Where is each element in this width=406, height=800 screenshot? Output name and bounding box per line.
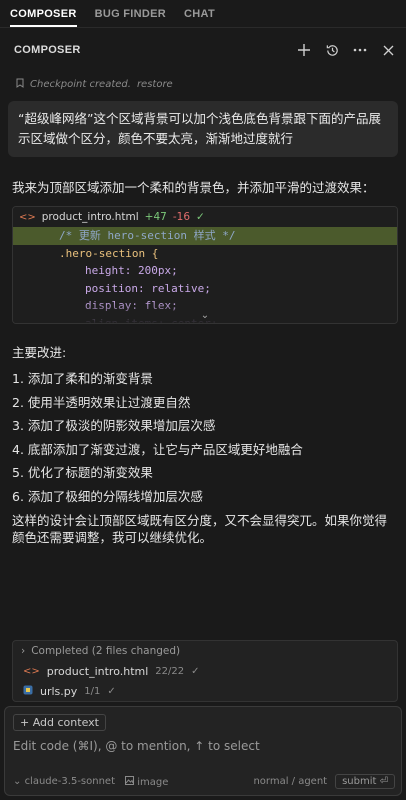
completed-card: › Completed (2 files changed) <> product… [12, 640, 398, 702]
code-line: height: 200px; [13, 262, 397, 280]
code-line-text: position: relative; [85, 281, 211, 295]
list-item: 5. 优化了标题的渐变效果 [12, 465, 153, 480]
changed-file-meta: 1/1 [84, 685, 101, 697]
changed-file-row[interactable]: <> product_intro.html 22/22 ✓ [13, 661, 397, 681]
model-name: claude-3.5-sonnet [24, 776, 116, 787]
composer-header: COMPOSER [0, 32, 406, 68]
tab-bug-finder[interactable]: BUG FINDER [95, 8, 166, 27]
chevron-right-icon: › [21, 645, 26, 657]
check-icon: ✓ [191, 665, 200, 677]
code-line: /* 更新 hero-section 样式 */ [13, 227, 397, 245]
improvements-list: 1. 添加了柔和的渐变背景 2. 使用半透明效果让过渡更自然 3. 添加了极淡的… [12, 367, 406, 508]
code-line-text: .hero-section { [59, 246, 159, 260]
list-item: 4. 底部添加了渐变过渡，让它与产品区域更好地融合 [12, 441, 303, 457]
check-icon: ✓ [196, 211, 205, 223]
check-icon: ✓ [107, 685, 116, 697]
composer-input-box[interactable]: + Add context Edit code (⌘I), @ to menti… [4, 706, 402, 796]
image-icon [125, 775, 137, 788]
code-diff-block[interactable]: <> product_intro.html +47 -16 ✓ /* 更新 he… [12, 206, 398, 324]
user-message[interactable]: “超级峰网络”这个区域背景可以加个浅色底色背景跟下面的产品展示区域做个区分，颜色… [8, 101, 398, 157]
code-filename[interactable]: product_intro.html [42, 211, 139, 223]
completed-header[interactable]: › Completed (2 files changed) [13, 641, 397, 661]
input-footer: ⌄ claude-3.5-sonnet image normal / agent… [13, 774, 395, 789]
deletions-count: -16 [172, 211, 190, 223]
tab-composer[interactable]: COMPOSER [10, 8, 77, 27]
close-icon[interactable] [380, 42, 396, 58]
python-file-icon [23, 685, 33, 698]
changed-file-name: urls.py [40, 684, 78, 698]
list-item: 2. 使用半透明效果让过渡更自然 [12, 394, 191, 410]
changed-file-row[interactable]: urls.py 1/1 ✓ [13, 681, 397, 701]
mode-selector[interactable]: normal / agent [253, 776, 327, 787]
composer-title: COMPOSER [14, 44, 81, 56]
top-tab-bar: COMPOSER BUG FINDER CHAT [0, 0, 406, 28]
code-line: .hero-section { [13, 245, 397, 263]
list-item: 1. 添加了柔和的渐变背景 [12, 371, 153, 386]
model-selector[interactable]: ⌄ claude-3.5-sonnet [13, 776, 115, 787]
improvements-title: 主要改进: [12, 345, 67, 360]
submit-button[interactable]: submit ⏎ [335, 774, 395, 789]
changed-file-name: product_intro.html [46, 664, 149, 678]
summary-text: 这样的设计会让顶部区域既有区分度，又不会显得突兀。如果你觉得颜色还需要调整，我可… [12, 513, 388, 545]
code-line-text: /* 更新 hero-section 样式 */ [59, 229, 236, 242]
code-file-icon: <> [19, 211, 36, 223]
html-file-icon: <> [23, 665, 40, 677]
completed-title: Completed (2 files changed) [31, 645, 181, 657]
bookmark-icon [16, 78, 24, 91]
restore-link[interactable]: restore [137, 79, 173, 90]
expand-chevron-icon[interactable]: ⌄ [201, 310, 209, 321]
list-item: 6. 添加了极细的分隔线增加层次感 [12, 488, 203, 504]
tab-chat[interactable]: CHAT [184, 8, 215, 27]
history-icon[interactable] [324, 42, 340, 58]
checkpoint-line: Checkpoint created. restore [0, 78, 406, 91]
composer-input-placeholder[interactable]: Edit code (⌘I), @ to mention, ↑ to selec… [13, 739, 260, 753]
changed-file-meta: 22/22 [155, 665, 185, 677]
code-block-header: <> product_intro.html +47 -16 ✓ [13, 207, 397, 227]
code-line: position: relative; [13, 280, 397, 298]
checkpoint-text: Checkpoint created. [30, 79, 131, 90]
add-context-button[interactable]: + Add context [13, 714, 106, 731]
additions-count: +47 [144, 211, 167, 223]
list-item: 3. 添加了极淡的阴影效果增加层次感 [12, 418, 216, 433]
plus-icon[interactable] [296, 42, 312, 58]
more-icon[interactable] [352, 42, 368, 58]
assistant-intro: 我来为顶部区域添加一个柔和的背景色，并添加平滑的过渡效果： [12, 180, 375, 195]
image-button[interactable]: image [125, 775, 169, 788]
image-label: image [137, 776, 169, 788]
code-line-text: height: 200px; [85, 264, 178, 277]
